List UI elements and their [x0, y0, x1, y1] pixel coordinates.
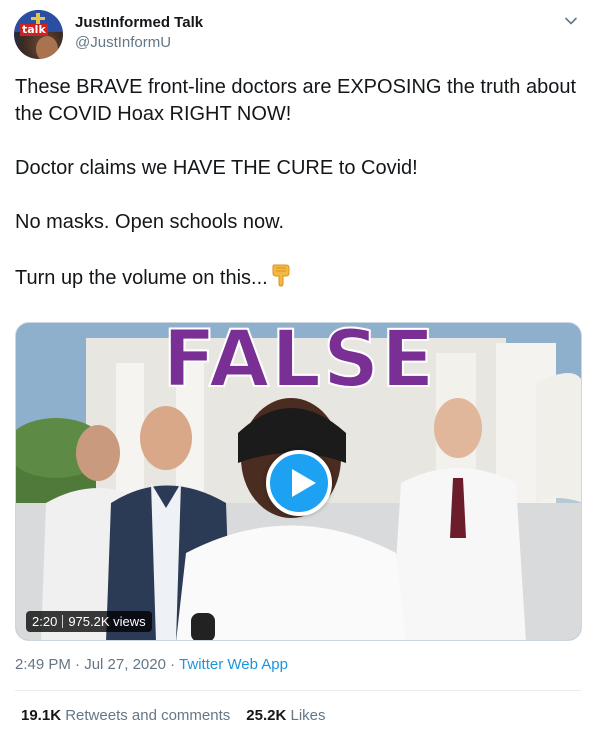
pointing-down-hand-icon: [272, 264, 290, 287]
tweet-last-line: Turn up the volume on this...: [15, 263, 581, 292]
tweet-date[interactable]: Jul 27, 2020: [84, 656, 166, 673]
video-views: 975.2K views: [68, 614, 146, 629]
retweets-stat[interactable]: 19.1K Retweets and comments: [21, 707, 230, 724]
retweets-count: 19.1K: [21, 707, 62, 724]
play-button[interactable]: [266, 450, 332, 516]
retweets-label: Retweets and comments: [65, 707, 231, 724]
avatar-logo-text: talk: [20, 23, 48, 36]
tweet-paragraph: These BRAVE front-line doctors are EXPOS…: [15, 76, 577, 125]
tweet-paragraph: No masks. Open schools now.: [15, 211, 285, 233]
video-duration: 2:20: [32, 614, 58, 629]
play-icon: [292, 469, 316, 497]
video-duration-badge: 2:20 975.2K views: [26, 611, 152, 632]
tweet-source-link[interactable]: Twitter Web App: [179, 656, 288, 673]
likes-stat[interactable]: 25.2K Likes: [246, 707, 325, 724]
tweet-header: talk JustInformed Talk @JustInformU: [14, 10, 584, 62]
chevron-down-icon[interactable]: [562, 12, 580, 30]
tweet-text: These BRAVE front-line doctors are EXPOS…: [15, 74, 581, 292]
video-player[interactable]: FALSE 2:20 975.2K views: [15, 322, 582, 641]
author-handle[interactable]: @JustInformU: [75, 34, 171, 51]
likes-count: 25.2K: [246, 707, 287, 724]
avatar[interactable]: talk: [14, 10, 63, 59]
tweet-last-line-text: Turn up the volume on this...: [15, 267, 268, 289]
divider: [15, 690, 581, 691]
tweet-meta: 2:49 PM · Jul 27, 2020 · Twitter Web App: [15, 656, 288, 673]
tweet-paragraph: Doctor claims we HAVE THE CURE to Covid!: [15, 157, 418, 179]
meta-separator: ·: [75, 656, 81, 673]
tweet-stats: 19.1K Retweets and comments 25.2K Likes: [21, 707, 326, 724]
likes-label: Likes: [290, 707, 326, 724]
tweet-time[interactable]: 2:49 PM: [15, 656, 71, 673]
author-name[interactable]: JustInformed Talk: [75, 14, 203, 31]
false-overlay-label: FALSE: [162, 322, 437, 406]
meta-separator: ·: [170, 656, 176, 673]
